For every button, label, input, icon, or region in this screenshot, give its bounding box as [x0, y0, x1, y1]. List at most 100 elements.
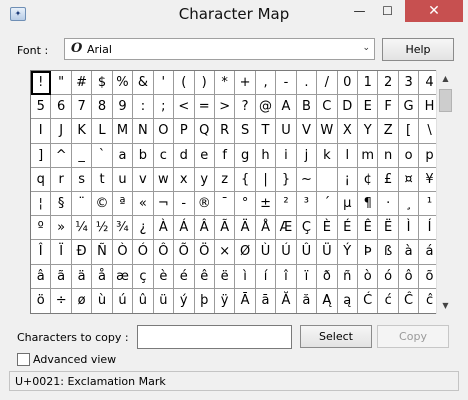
character-cell[interactable]: ®	[194, 191, 215, 217]
character-cell[interactable]: »	[51, 216, 72, 241]
character-cell[interactable]: b	[133, 143, 154, 168]
character-cell[interactable]: Ā	[235, 288, 256, 313]
character-cell[interactable]: Ë	[378, 216, 399, 241]
character-cell[interactable]: O	[153, 119, 175, 144]
character-cell[interactable]: ²	[276, 191, 297, 217]
character-cell[interactable]: f	[214, 143, 236, 168]
character-cell[interactable]: ô	[398, 264, 420, 289]
character-cell[interactable]: ¢	[358, 167, 379, 192]
character-cell[interactable]: C	[317, 95, 338, 120]
character-cell[interactable]: ³	[296, 191, 318, 217]
advanced-view-checkbox[interactable]	[17, 353, 30, 366]
character-cell[interactable]: Ć	[358, 288, 379, 313]
character-cell[interactable]: Ù	[255, 240, 277, 265]
character-cell[interactable]: ë	[214, 264, 236, 289]
scroll-down-arrow-icon[interactable]: ▼	[437, 297, 454, 314]
character-cell[interactable]: Ø	[235, 240, 256, 265]
character-cell[interactable]: {	[235, 167, 256, 192]
character-cell[interactable]: /	[317, 71, 338, 96]
scroll-up-arrow-icon[interactable]: ▲	[437, 70, 454, 87]
character-cell[interactable]: é	[174, 264, 195, 289]
character-cell[interactable]: Å	[255, 216, 277, 241]
character-cell[interactable]	[317, 167, 338, 192]
character-cell[interactable]: ×	[214, 240, 236, 265]
character-cell[interactable]: |	[255, 167, 277, 192]
character-cell[interactable]: Ă	[276, 288, 297, 313]
character-cell[interactable]: E	[358, 95, 379, 120]
character-cell[interactable]: £	[378, 167, 399, 192]
character-cell[interactable]: ¯	[214, 191, 236, 217]
character-cell[interactable]: Ĉ	[399, 288, 420, 313]
character-cell[interactable]: ·	[378, 191, 399, 217]
character-cell[interactable]: A	[276, 95, 297, 120]
select-button[interactable]: Select	[300, 325, 372, 348]
character-cell[interactable]: 7	[71, 95, 93, 120]
character-cell[interactable]: }	[276, 167, 297, 192]
character-cell[interactable]: ê	[194, 264, 215, 289]
character-cell[interactable]: ç	[133, 264, 154, 289]
character-cell[interactable]: z	[214, 167, 236, 192]
advanced-view-label[interactable]: Advanced view	[33, 353, 116, 366]
character-cell[interactable]: &	[133, 71, 154, 96]
character-cell[interactable]: ä	[71, 264, 93, 289]
character-cell[interactable]: ÷	[51, 288, 72, 313]
character-cell[interactable]: U	[276, 119, 297, 144]
character-cell[interactable]: â	[31, 264, 52, 289]
character-cell[interactable]: .	[296, 71, 318, 96]
character-cell[interactable]: k	[317, 143, 338, 168]
character-cell[interactable]: -	[276, 71, 297, 96]
character-cell[interactable]: ¡	[337, 167, 358, 192]
character-cell[interactable]: -	[174, 191, 195, 217]
close-button[interactable]: ✕	[405, 0, 463, 22]
character-cell[interactable]: ø	[72, 288, 93, 313]
character-cell[interactable]: %	[112, 71, 134, 96]
character-cell[interactable]: è	[153, 264, 175, 289]
character-cell[interactable]: W	[317, 119, 338, 144]
character-cell[interactable]: i	[276, 143, 297, 168]
character-cell[interactable]: î	[276, 264, 297, 289]
character-cell[interactable]: o	[398, 143, 420, 168]
character-cell[interactable]: 6	[51, 95, 72, 120]
character-cell[interactable]: D	[337, 95, 358, 120]
character-cell[interactable]: Þ	[358, 240, 379, 265]
character-cell[interactable]: å	[92, 264, 113, 289]
character-cell[interactable]: ÿ	[215, 288, 236, 313]
character-cell[interactable]: n	[378, 143, 399, 168]
character-cell[interactable]: @	[255, 95, 277, 120]
character-cell[interactable]: þ	[195, 288, 215, 313]
character-cell[interactable]: µ	[337, 191, 358, 217]
character-cell[interactable]: Â	[194, 216, 215, 241]
character-cell[interactable]: 2	[378, 71, 399, 96]
character-cell[interactable]: '	[153, 71, 175, 96]
characters-to-copy-input[interactable]	[137, 325, 292, 349]
character-cell[interactable]: ā	[256, 288, 277, 313]
character-cell[interactable]: Ð	[71, 240, 93, 265]
character-cell[interactable]: ò	[358, 264, 379, 289]
character-cell[interactable]: Á	[174, 216, 195, 241]
character-cell[interactable]: 0	[337, 71, 358, 96]
character-cell[interactable]: ą	[338, 288, 358, 313]
character-cell[interactable]: G	[398, 95, 420, 120]
character-cell[interactable]: ¨	[71, 191, 93, 217]
character-cell[interactable]: Ö	[194, 240, 215, 265]
chevron-down-icon[interactable]: ⌄	[362, 43, 370, 53]
character-cell[interactable]: _	[71, 143, 93, 168]
character-cell[interactable]: e	[194, 143, 215, 168]
character-cell[interactable]: Z	[378, 119, 399, 144]
character-cell[interactable]: l	[337, 143, 358, 168]
character-cell[interactable]: Æ	[276, 216, 297, 241]
character-cell[interactable]: X	[337, 119, 358, 144]
character-cell[interactable]: 5	[31, 95, 52, 120]
character-cell[interactable]: (	[174, 71, 195, 96]
character-cell[interactable]: r	[51, 167, 72, 192]
character-cell[interactable]: #	[71, 71, 93, 96]
character-cell[interactable]: B	[296, 95, 318, 120]
character-cell[interactable]: ü	[154, 288, 175, 313]
character-cell[interactable]: M	[112, 119, 134, 144]
character-cell[interactable]: ö	[31, 288, 52, 313]
character-cell[interactable]: 9	[112, 95, 134, 120]
character-cell[interactable]: Ą	[317, 288, 338, 313]
character-cell[interactable]: ú	[113, 288, 134, 313]
character-cell[interactable]: ½	[92, 216, 113, 241]
character-cell[interactable]: `	[92, 143, 113, 168]
